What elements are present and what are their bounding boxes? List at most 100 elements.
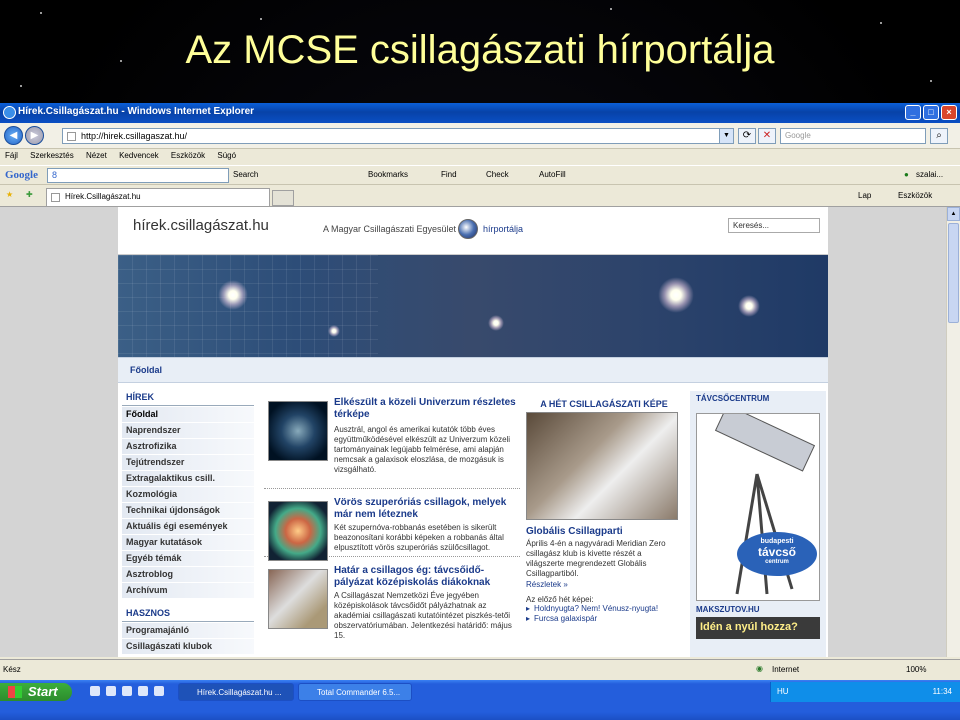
- nav-item[interactable]: Tejútrendszer: [122, 455, 254, 471]
- maximize-button[interactable]: □: [923, 105, 939, 120]
- start-label: Start: [28, 684, 58, 699]
- scroll-up-icon[interactable]: ▲: [947, 207, 960, 221]
- story-thumbnail[interactable]: [268, 569, 328, 629]
- week-text: Április 4-én a nagyváradi Meridian Zero …: [526, 539, 666, 578]
- menu-view[interactable]: Nézet: [81, 149, 112, 162]
- nav-item[interactable]: Archívum: [122, 583, 254, 599]
- user-account[interactable]: szalai...: [916, 170, 943, 179]
- nav-item[interactable]: Extragalaktikus csill.: [122, 471, 254, 487]
- close-button[interactable]: ×: [941, 105, 957, 120]
- nav-item[interactable]: Magyar kutatások: [122, 535, 254, 551]
- language-indicator[interactable]: HU: [777, 687, 789, 696]
- menu-tools[interactable]: Eszközök: [166, 149, 210, 162]
- quicklaunch-icon[interactable]: [122, 686, 132, 696]
- page-viewport: hírek.csillagászat.hu A Magyar Csillagás…: [0, 207, 946, 657]
- page-margin-left: [0, 207, 118, 657]
- nav-item[interactable]: Egyéb témák: [122, 551, 254, 567]
- google-box-value: 8: [52, 170, 58, 180]
- previous-link[interactable]: Holdnyugta? Nem! Vénusz-nyugta!: [526, 604, 682, 614]
- status-dot-icon: ●: [904, 170, 909, 179]
- quicklaunch-icon[interactable]: [90, 686, 100, 696]
- news-story: Határ a csillagos ég: távcsőidő-pályázat…: [264, 565, 520, 657]
- zone-label: Internet: [772, 665, 800, 674]
- nav-item[interactable]: Főoldal: [122, 407, 254, 423]
- site-header: hírek.csillagászat.hu A Magyar Csillagás…: [118, 207, 828, 255]
- nav-item[interactable]: Aktuális égi események: [122, 519, 254, 535]
- google-logo: Google: [5, 169, 38, 181]
- scroll-thumb[interactable]: [948, 223, 959, 323]
- add-favorite-icon[interactable]: ✚: [26, 190, 33, 199]
- browser-window: Hírek.Csillagászat.hu - Windows Internet…: [0, 103, 960, 720]
- story-title[interactable]: Elkészült a közeli Univerzum részletes t…: [334, 397, 522, 421]
- site-search-input[interactable]: Keresés...: [728, 218, 820, 233]
- page-margin-right: [828, 207, 946, 657]
- nav-item[interactable]: Technikai újdonságok: [122, 503, 254, 519]
- week-photo[interactable]: [526, 412, 678, 520]
- week-details-link[interactable]: Részletek »: [526, 580, 682, 589]
- week-title[interactable]: Globális Csillagparti: [526, 526, 682, 537]
- story-thumbnail[interactable]: [268, 501, 328, 561]
- refresh-icon[interactable]: ⟳: [738, 128, 756, 144]
- quicklaunch-icon[interactable]: [138, 686, 148, 696]
- check-button[interactable]: Check: [486, 170, 509, 179]
- site-logo[interactable]: hírek.csillagászat.hu: [133, 217, 269, 234]
- menu-edit[interactable]: Szerkesztés: [25, 149, 79, 162]
- promo-banner[interactable]: Idén a nyúl hozza?: [696, 617, 820, 639]
- nav-heading-hasznos: HASZNOS: [122, 605, 254, 622]
- window-titlebar[interactable]: Hírek.Csillagászat.hu - Windows Internet…: [0, 103, 960, 123]
- minimize-button[interactable]: _: [905, 105, 921, 120]
- url-dropdown-icon[interactable]: ▼: [719, 129, 733, 143]
- new-tab-button[interactable]: [272, 190, 294, 206]
- breadcrumb[interactable]: Főoldal: [118, 357, 828, 383]
- google-toolbar: Google 8 Search Bookmarks Find Check Aut…: [0, 165, 960, 185]
- story-title[interactable]: Határ a csillagos ég: távcsőidő-pályázat…: [334, 565, 522, 589]
- ie-icon: [3, 106, 16, 119]
- nav-item[interactable]: Naprendszer: [122, 423, 254, 439]
- nav-item[interactable]: Asztrofizika: [122, 439, 254, 455]
- tab-label: Hírek.Csillagászat.hu: [65, 192, 141, 201]
- autofill-button[interactable]: AutoFill: [539, 170, 566, 179]
- zoom-level[interactable]: 100%: [906, 665, 926, 674]
- back-button[interactable]: ◀: [4, 126, 23, 145]
- previous-link[interactable]: Furcsa galaxispár: [526, 614, 682, 624]
- page-menu[interactable]: Lap: [858, 191, 871, 200]
- web-page: hírek.csillagászat.hu A Magyar Csillagás…: [118, 207, 828, 657]
- vertical-scrollbar[interactable]: ▲: [946, 207, 960, 657]
- telescope-ad[interactable]: budapesti távcső centrum: [696, 404, 820, 601]
- nav-item[interactable]: Csillagászati klubok: [122, 639, 254, 655]
- news-story: Vörös szuperóriás csillagok, melyek már …: [264, 497, 522, 561]
- stop-icon[interactable]: ✕: [758, 128, 776, 144]
- search-input[interactable]: Google: [780, 128, 926, 144]
- menu-file[interactable]: Fájl: [0, 149, 23, 162]
- taskbar: Start Hírek.Csillagászat.hu ... Total Co…: [0, 680, 960, 720]
- url-field[interactable]: http://hirek.csillagaszat.hu/ ▼: [62, 128, 734, 144]
- search-icon[interactable]: ⌕: [930, 128, 948, 144]
- nav-item[interactable]: Asztroblog: [122, 567, 254, 583]
- site-tagline: A Magyar Csillagászati Egyesület: [323, 224, 457, 234]
- quicklaunch-icon[interactable]: [106, 686, 116, 696]
- nav-item[interactable]: Kozmológia: [122, 487, 254, 503]
- tab-current[interactable]: Hírek.Csillagászat.hu: [46, 188, 270, 206]
- tools-menu[interactable]: Eszközök: [898, 191, 932, 200]
- badge-big: távcső: [757, 545, 797, 559]
- quicklaunch-icon[interactable]: [154, 686, 164, 696]
- story-thumbnail[interactable]: [268, 401, 328, 461]
- menu-favorites[interactable]: Kedvencek: [114, 149, 164, 162]
- story-text: Ausztrál, angol és amerikai kutatók több…: [334, 425, 511, 474]
- bookmarks-button[interactable]: Bookmarks: [368, 170, 408, 179]
- url-text: http://hirek.csillagaszat.hu/: [81, 131, 188, 141]
- story-title[interactable]: Vörös szuperóriás csillagok, melyek már …: [334, 497, 522, 521]
- find-button[interactable]: Find: [441, 170, 457, 179]
- forward-button[interactable]: ▶: [25, 126, 44, 145]
- start-button[interactable]: Start: [0, 683, 72, 701]
- taskbar-totalcmd-button[interactable]: Total Commander 6.5...: [298, 683, 412, 701]
- favorites-star-icon[interactable]: ★: [6, 190, 13, 199]
- google-search-button[interactable]: Search: [233, 170, 258, 179]
- status-bar: Kész ◉ Internet 100%: [0, 659, 960, 679]
- story-text: A Csillagászat Nemzetközi Éve jegyében k…: [334, 591, 512, 640]
- google-search-box[interactable]: 8: [47, 168, 229, 183]
- taskbar-ie-button[interactable]: Hírek.Csillagászat.hu ...: [178, 683, 294, 701]
- clock: 11:34: [932, 687, 952, 696]
- nav-item[interactable]: Programajánló: [122, 623, 254, 639]
- menu-help[interactable]: Súgó: [212, 149, 241, 162]
